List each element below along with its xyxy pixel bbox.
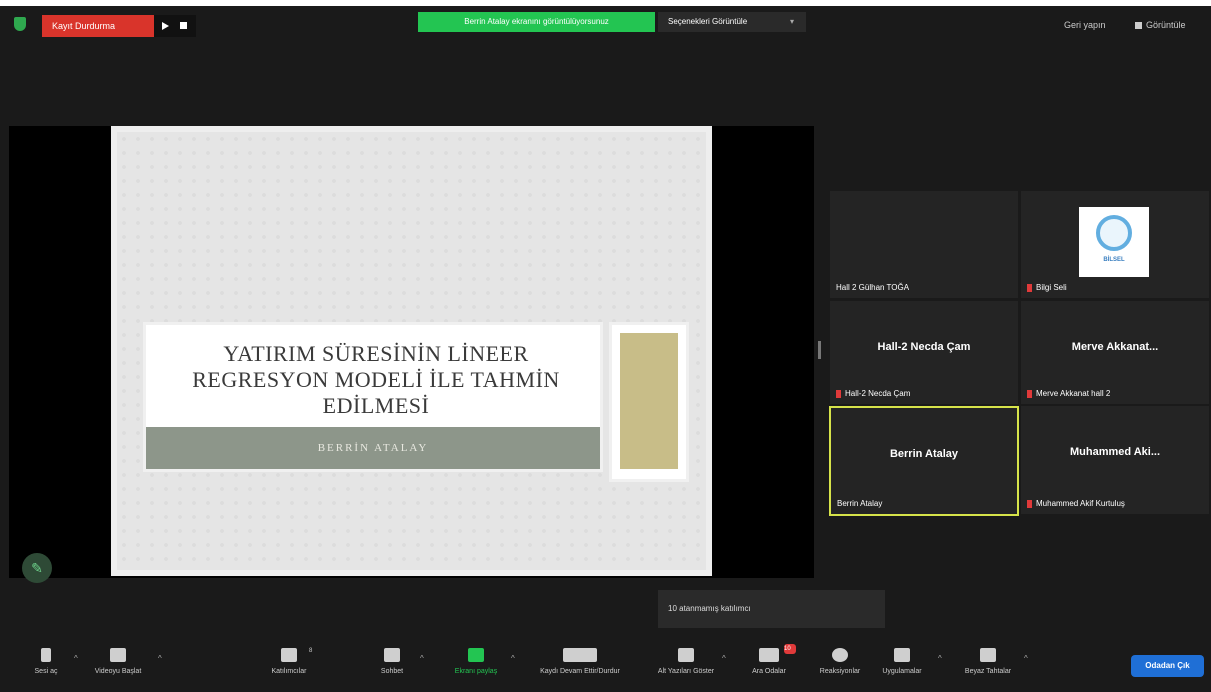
- captions-icon: [678, 648, 694, 662]
- leave-room-button[interactable]: Odadan Çık: [1131, 655, 1204, 677]
- reactions-icon: [832, 648, 848, 662]
- security-shield-icon[interactable]: [14, 17, 26, 31]
- view-options-label: Seçenekleri Görüntüle: [668, 17, 748, 26]
- stop-record-icon[interactable]: [180, 22, 187, 29]
- chevron-up-icon[interactable]: ^: [74, 654, 78, 663]
- slide-title-box: YATIRIM SÜRESİNİN LİNEER REGRESYON MODEL…: [143, 322, 603, 472]
- video-tile[interactable]: Muhammed Aki... Muhammed Akif Kurtuluş: [1021, 406, 1209, 514]
- chevron-down-icon: ▾: [789, 17, 794, 26]
- breakout-badge: 10: [784, 644, 796, 654]
- chevron-up-icon[interactable]: ^: [420, 654, 424, 663]
- annotate-pencil-icon[interactable]: ✎: [22, 553, 52, 583]
- start-video-button[interactable]: Videoyu Başlat: [88, 648, 148, 675]
- participant-name: Hall-2 Necda Çam: [877, 341, 971, 353]
- zoom-window: Kayıt Durdurma Berrin Atalay ekranını gö…: [0, 0, 1211, 692]
- video-off-icon: [110, 648, 126, 662]
- participant-label: Muhammed Akif Kurtuluş: [1027, 499, 1125, 508]
- record-controls-icon: [563, 648, 597, 662]
- chevron-up-icon[interactable]: ^: [938, 654, 942, 663]
- video-tile[interactable]: Hall 2 Gülhan TOĞA: [830, 191, 1018, 298]
- whiteboards-button[interactable]: Beyaz Tahtalar: [960, 648, 1016, 675]
- resume-record-icon[interactable]: [162, 22, 169, 30]
- chevron-up-icon[interactable]: ^: [1024, 654, 1028, 663]
- grid-view-icon: [1135, 22, 1142, 30]
- video-tile[interactable]: Hall-2 Necda Çam Hall-2 Necda Çam: [830, 301, 1018, 404]
- recording-controls: [154, 15, 196, 37]
- participant-logo: BİLSEL: [1079, 207, 1149, 277]
- panel-resize-handle[interactable]: [818, 341, 821, 359]
- slide-author: BERRİN ATALAY: [146, 427, 600, 469]
- participant-name: Merve Akkanat...: [1071, 341, 1159, 353]
- participant-name: Muhammed Aki...: [1069, 446, 1161, 458]
- unassigned-participants-tooltip: 10 atanmamış katılımcı: [658, 590, 885, 628]
- chevron-up-icon[interactable]: ^: [722, 654, 726, 663]
- meeting-toolbar: Sesi aç ^ Videoyu Başlat ^ Katılımcılar …: [0, 640, 1211, 692]
- apps-icon: [894, 648, 910, 662]
- view-options-dropdown[interactable]: Seçenekleri Görüntüle ▾: [658, 12, 806, 32]
- participant-label: Hall 2 Gülhan TOĞA: [836, 283, 910, 292]
- screen-share-banner: Berrin Atalay ekranını görüntülüyorsunuz: [418, 12, 655, 32]
- participants-count: 8: [309, 648, 313, 654]
- captions-button[interactable]: Alt Yazıları Göster: [648, 648, 724, 675]
- unmute-button[interactable]: Sesi aç: [26, 648, 66, 675]
- share-screen-button[interactable]: Ekranı paylaş: [444, 648, 508, 675]
- recording-indicator[interactable]: Kayıt Durdurma: [42, 15, 154, 37]
- whiteboard-icon: [980, 648, 996, 662]
- participants-button[interactable]: Katılımcılar: [264, 648, 314, 675]
- reactions-button[interactable]: Reaksiyonlar: [812, 648, 868, 675]
- video-tile[interactable]: BİLSEL Bilgi Seli: [1021, 191, 1209, 298]
- mic-muted-icon: [1027, 283, 1032, 292]
- chat-icon: [384, 648, 400, 662]
- mic-muted-icon: [41, 648, 51, 662]
- share-screen-icon: [468, 648, 484, 662]
- participant-label: Berrin Atalay: [837, 499, 883, 508]
- participant-label: Bilgi Seli: [1027, 283, 1067, 292]
- logo-text: BİLSEL: [1103, 257, 1125, 263]
- chat-button[interactable]: Sohbet: [372, 648, 412, 675]
- apps-button[interactable]: Uygulamalar: [874, 648, 930, 675]
- slide-title: YATIRIM SÜRESİNİN LİNEER REGRESYON MODEL…: [192, 341, 560, 418]
- video-tile[interactable]: Merve Akkanat... Merve Akkanat hall 2: [1021, 301, 1209, 404]
- chevron-up-icon[interactable]: ^: [158, 654, 162, 663]
- breakout-rooms-icon: [759, 648, 779, 662]
- record-button[interactable]: Kaydı Devam Ettir/Durdur: [520, 648, 640, 675]
- view-label: Görüntüle: [1146, 20, 1186, 30]
- chevron-up-icon[interactable]: ^: [511, 654, 515, 663]
- participant-label: Hall-2 Necda Çam: [836, 389, 910, 398]
- presentation-slide: YATIRIM SÜRESİNİN LİNEER REGRESYON MODEL…: [111, 126, 712, 576]
- mic-muted-icon: [836, 389, 841, 398]
- participant-name: Berrin Atalay: [889, 448, 959, 460]
- slide-accent-box: [609, 322, 689, 482]
- view-button[interactable]: Görüntüle: [1135, 20, 1186, 30]
- video-tile-active-speaker[interactable]: Berrin Atalay Berrin Atalay: [829, 406, 1019, 516]
- mic-muted-icon: [1027, 389, 1032, 398]
- exit-fullscreen-button[interactable]: Geri yapın: [1064, 20, 1106, 30]
- participant-label: Merve Akkanat hall 2: [1027, 389, 1110, 398]
- participants-icon: [281, 648, 297, 662]
- mic-muted-icon: [1027, 499, 1032, 508]
- logo-emblem-icon: [1096, 215, 1132, 251]
- slide-accent-fill: [620, 333, 678, 469]
